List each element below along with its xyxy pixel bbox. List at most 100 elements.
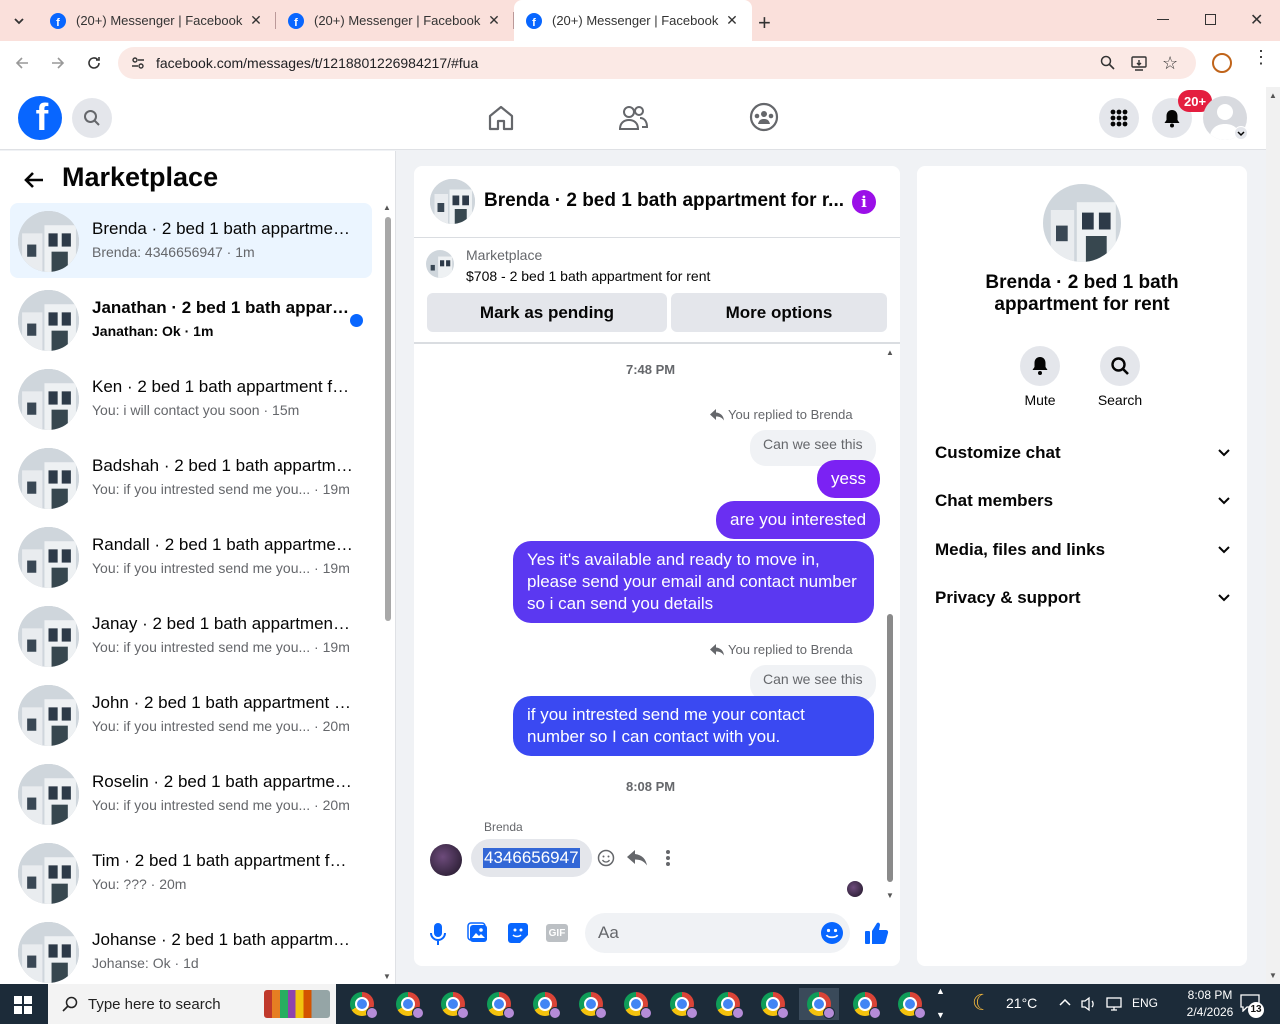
conversation-item[interactable]: Janay · 2 bed 1 bath appartment for rent… [10,598,372,673]
home-icon[interactable] [486,103,516,133]
facebook-logo[interactable]: f [18,96,62,140]
react-icon[interactable] [597,849,615,867]
outgoing-message-contact-number[interactable]: if you intrested send me your contact nu… [513,696,874,756]
message-input[interactable]: Aa [585,913,850,953]
privacy-support-section[interactable]: Privacy & support [935,588,1231,608]
chrome-taskbar-icon[interactable] [388,988,428,1020]
tab-title: (20+) Messenger | Facebook [314,13,481,28]
browser-tab-1[interactable]: f (20+) Messenger | Facebook ✕ [38,0,276,41]
chrome-taskbar-icon[interactable] [662,988,702,1020]
account-chevron-icon[interactable] [1234,126,1248,140]
conversation-item[interactable]: Tim · 2 bed 1 bath appartment for rent Yo… [10,835,372,910]
taskbar-scroll-down-icon[interactable]: ▼ [936,1010,945,1020]
browser-tab-2[interactable]: f (20+) Messenger | Facebook ✕ [276,0,514,41]
chrome-taskbar-icon[interactable] [753,988,793,1020]
chrome-taskbar-icon[interactable] [708,988,748,1020]
conversation-item[interactable]: Janathan · 2 bed 1 bath appartment for r… [10,282,372,357]
network-icon[interactable] [1105,995,1123,1013]
chrome-taskbar-icon[interactable] [525,988,565,1020]
listing-thumbnail[interactable] [426,250,454,278]
chrome-taskbar-icon[interactable] [433,988,473,1020]
listing-divider [414,342,900,344]
conversation-item[interactable]: John · 2 bed 1 bath appartment for rent Y… [10,677,372,752]
install-app-icon[interactable] [1130,54,1148,72]
conversation-list-scrollbar[interactable]: ▲ ▼ [383,203,393,981]
media-files-links-section[interactable]: Media, files and links [935,540,1231,560]
attach-photo-icon[interactable] [467,922,489,944]
new-tab-icon[interactable]: + [758,10,771,36]
chrome-taskbar-icon[interactable] [616,988,656,1020]
bookmark-star-icon[interactable]: ☆ [1162,53,1178,74]
mark-as-pending-button[interactable]: Mark as pending [427,293,667,332]
forward-icon[interactable] [50,55,66,71]
conversation-item[interactable]: Badshah · 2 bed 1 bath appartment for re… [10,440,372,515]
chat-members-section[interactable]: Chat members [935,491,1231,511]
taskbar-search-box[interactable]: Type here to search [48,984,336,1024]
search-icon[interactable] [72,98,112,138]
messages-scrollbar[interactable]: ▲ ▼ [885,348,895,900]
conversation-item[interactable]: Johanse · 2 bed 1 bath appartment for re… [10,914,372,989]
voice-clip-icon[interactable] [428,922,448,946]
close-tab-icon[interactable]: ✕ [248,12,264,29]
volume-icon[interactable] [1080,995,1098,1013]
incoming-message-text-selected[interactable]: 4346656947 [483,848,580,868]
zoom-icon[interactable] [1100,55,1116,71]
taskbar-scroll-up-icon[interactable]: ▲ [936,986,945,996]
search-in-conversation-button[interactable] [1100,346,1140,386]
chrome-taskbar-icon[interactable] [845,988,885,1020]
back-arrow-icon[interactable] [22,168,46,192]
browser-tab-3-active[interactable]: f (20+) Messenger | Facebook ✕ [514,0,752,41]
like-thumbs-up-icon[interactable] [864,920,890,946]
minimize-icon[interactable] [1157,19,1169,20]
address-bar[interactable]: facebook.com/messages/t/1218801226984217… [118,47,1196,79]
clock-date[interactable]: 2/4/2026 [1172,1005,1248,1019]
reply-message-icon[interactable] [627,850,647,866]
more-options-button[interactable]: More options [671,293,887,332]
mute-button[interactable] [1020,346,1060,386]
chat-header-thumbnail[interactable] [430,179,475,224]
sticker-icon[interactable] [507,922,529,944]
outgoing-message-yess[interactable]: yess [817,460,880,498]
page-scrollbar[interactable]: ▲ ▼ [1266,87,1280,984]
listing-photo[interactable] [1043,184,1121,262]
conversation-name: Badshah · 2 bed 1 bath appartment for re… [92,456,354,475]
clock-time[interactable]: 8:08 PM [1172,988,1248,1002]
incoming-message[interactable]: 4346656947 [471,839,592,877]
listing-price-title[interactable]: $708 - 2 bed 1 bath appartment for rent [466,268,710,284]
back-icon[interactable] [14,55,30,71]
language-indicator[interactable]: ENG [1132,996,1158,1010]
chrome-taskbar-icon[interactable] [342,988,382,1020]
conversation-item[interactable]: Randall · 2 bed 1 bath appartment for re… [10,519,372,594]
friends-icon[interactable] [617,103,649,133]
close-tab-icon[interactable]: ✕ [724,12,740,29]
customize-chat-section[interactable]: Customize chat [935,443,1231,463]
groups-icon[interactable] [748,101,780,133]
close-window-icon[interactable]: ✕ [1250,10,1263,30]
weather-temperature[interactable]: 21°C [1006,995,1037,1011]
emoji-icon[interactable] [820,921,844,945]
conversation-item[interactable]: Roselin · 2 bed 1 bath appartment for re… [10,756,372,831]
gif-icon[interactable]: GIF [546,924,568,942]
reload-icon[interactable] [86,55,102,71]
restore-icon[interactable] [1205,14,1216,25]
chrome-taskbar-icon[interactable] [799,988,839,1020]
site-info-icon[interactable] [130,55,146,71]
outgoing-message-are-you-interested[interactable]: are you interested [716,501,881,539]
menu-grid-icon[interactable] [1099,98,1139,138]
conversation-item[interactable]: Ken · 2 bed 1 bath appartment for rent Yo… [10,361,372,436]
conversation-info-icon[interactable]: i [852,190,876,214]
chrome-taskbar-icon[interactable] [479,988,519,1020]
tab-search-chevron-icon[interactable] [10,12,28,30]
outgoing-message-available[interactable]: Yes it's available and ready to move in,… [513,541,874,623]
profile-icon[interactable] [1212,53,1232,73]
windows-start-icon[interactable] [14,996,32,1014]
message-more-icon[interactable] [665,849,671,867]
weather-moon-icon[interactable]: ☾ [972,990,992,1016]
sender-avatar[interactable] [430,844,462,876]
browser-menu-icon[interactable]: ⋮ [1252,48,1270,66]
chrome-taskbar-icon[interactable] [890,988,930,1020]
hidden-icons-chevron-icon[interactable] [1058,996,1072,1010]
close-tab-icon[interactable]: ✕ [486,12,502,29]
conversation-item[interactable]: Brenda · 2 bed 1 bath appartment for ren… [10,203,372,278]
chrome-taskbar-icon[interactable] [571,988,611,1020]
